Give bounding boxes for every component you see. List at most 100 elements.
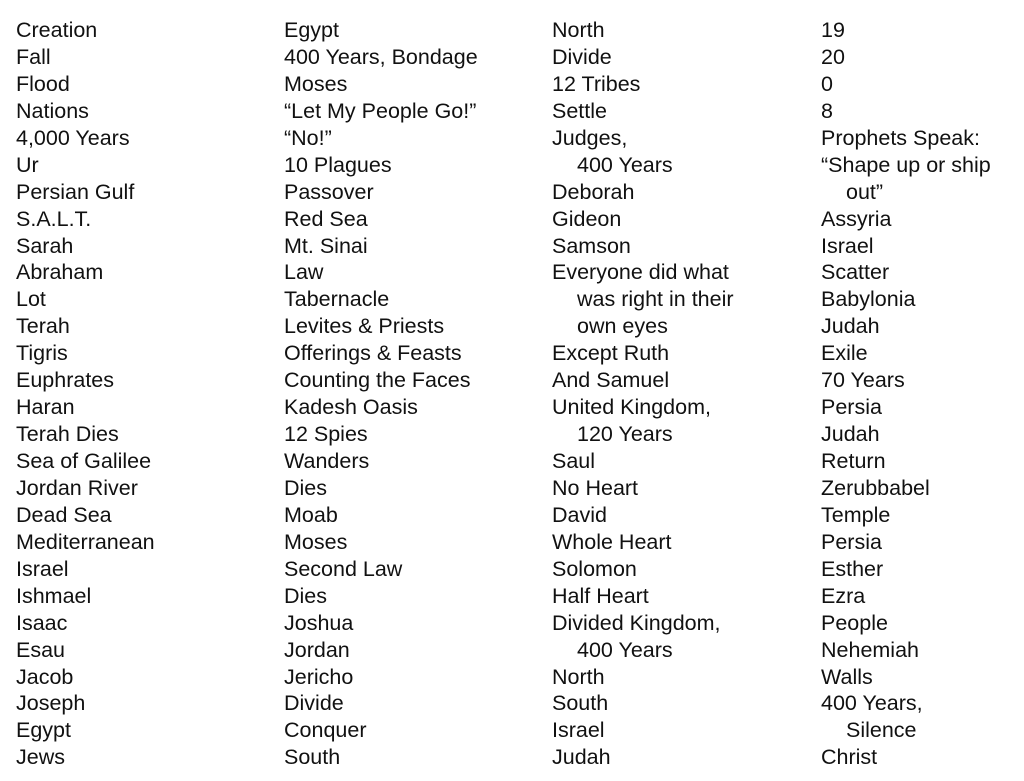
list-item: Assyria [821,206,892,231]
list-item: Wanders [284,449,370,473]
list-item-continuation: own eyes [577,314,668,339]
list-item: United Kingdom, [552,395,711,420]
list-item: 12 Spies [284,422,368,447]
list-item: Temple [821,502,891,527]
list-item: Divided Kingdom, [552,610,721,635]
list-item: Babylonia [821,287,916,312]
list-item: Saul [552,449,596,473]
list-item: Fall [16,44,51,69]
document-page: Creation Fall Flood Nations 4,000 Years Ur Per… [0,0,1024,781]
list-item: Egypt [284,18,339,42]
column-4: 19 20 0 8 Prophets Speak: “Shape up or ship ou… [821,17,991,771]
list-item: Law [284,260,324,285]
list-item: Creation [16,18,98,42]
list-item-continuation: 400 Years [577,152,673,177]
list-item: Jacob [16,664,74,689]
list-item: No Heart [552,475,639,500]
list-item: Gideon [552,206,622,231]
list-item-continuation: 400 Years [577,637,673,662]
list-item: Isaac [16,610,68,635]
list-item: Half Heart [552,583,649,608]
list-item: North [552,18,605,42]
list-item: Red Sea [284,206,368,231]
list-item: Egypt [16,718,71,743]
list-item: Settle [552,98,607,123]
list-item: Joshua [284,610,354,635]
list-item: Dies [284,475,328,500]
list-item: Joseph [16,691,86,716]
list-item: Samson [552,233,631,258]
list-item: Abraham [16,260,104,285]
list-item: Divide [552,44,612,69]
list-item: Solomon [552,556,637,581]
list-item: S.A.L.T. [16,206,92,231]
list-item: Jordan [284,637,350,662]
list-item: Moses [284,529,348,554]
list-item: Esau [16,637,66,662]
list-item: “Let My People Go!” [284,98,477,123]
column-2: Egypt 400 Years, Bondage Moses “Let My Peop… [284,17,478,771]
list-item: Sea of Galilee [16,449,152,473]
list-item: Ishmael [16,583,92,608]
list-item: Conquer [284,718,367,743]
list-item: Haran [16,395,75,420]
list-item: Israel [16,556,69,581]
list-item: Esther [821,556,884,581]
list-item: Christ [821,745,878,770]
list-item: Dies [284,583,328,608]
list-item: Kadesh Oasis [284,395,418,420]
list-item: 400 Years, [821,691,923,716]
list-item: Deborah [552,179,635,204]
list-item: Terah [16,314,70,339]
list-item-continuation: out” [846,179,884,204]
list-item: Walls [821,664,873,689]
list-item: Levites & Priests [284,314,445,339]
list-item: People [821,610,888,635]
list-item: Judah [552,745,611,770]
list-item: Mediterranean [16,529,155,554]
list-item: Moab [284,502,338,527]
list-item: Mt. Sinai [284,233,368,258]
list-item: “No!” [284,125,332,150]
list-item: “Shape up or ship [821,152,991,177]
list-item: Nations [16,98,89,123]
list-item: Offerings & Feasts [284,341,462,366]
list-item: 19 [821,18,845,42]
list-item: 8 [821,98,833,123]
list-item: Sarah [16,233,74,258]
list-item: Jews [16,745,65,770]
column-1: Creation Fall Flood Nations 4,000 Years Ur Per… [16,17,155,771]
list-item: Except Ruth [552,341,670,366]
list-item: 20 [821,44,845,69]
list-item: Zerubbabel [821,475,930,500]
list-item: Jericho [284,664,354,689]
list-item: And Samuel [552,368,670,393]
list-item: Whole Heart [552,529,672,554]
list-item: Persia [821,529,882,554]
list-item: Israel [552,718,605,743]
list-item: Jordan River [16,475,138,500]
list-item: Israel [821,233,874,258]
list-item: Exile [821,341,868,366]
list-item: Judah [821,422,880,447]
list-item: 400 Years, Bondage [284,44,478,69]
list-item: 70 Years [821,368,905,393]
list-item-continuation: was right in their [577,287,734,312]
list-item: Persia [821,395,882,420]
list-item: David [552,502,607,527]
list-item: Lot [16,287,46,312]
list-item: Divide [284,691,344,716]
list-item: 4,000 Years [16,125,130,150]
list-item: 12 Tribes [552,71,641,96]
list-item: Persian Gulf [16,179,135,204]
list-item: North [552,664,605,689]
list-item: Ur [16,152,39,177]
list-item: South [552,691,609,716]
list-item-continuation: 120 Years [577,422,673,447]
list-item: Everyone did what [552,260,729,285]
list-item: Moses [284,71,348,96]
list-item: Flood [16,71,70,96]
list-item: Judges, [552,125,628,150]
list-item: South [284,745,341,770]
list-item: 10 Plagues [284,152,392,177]
